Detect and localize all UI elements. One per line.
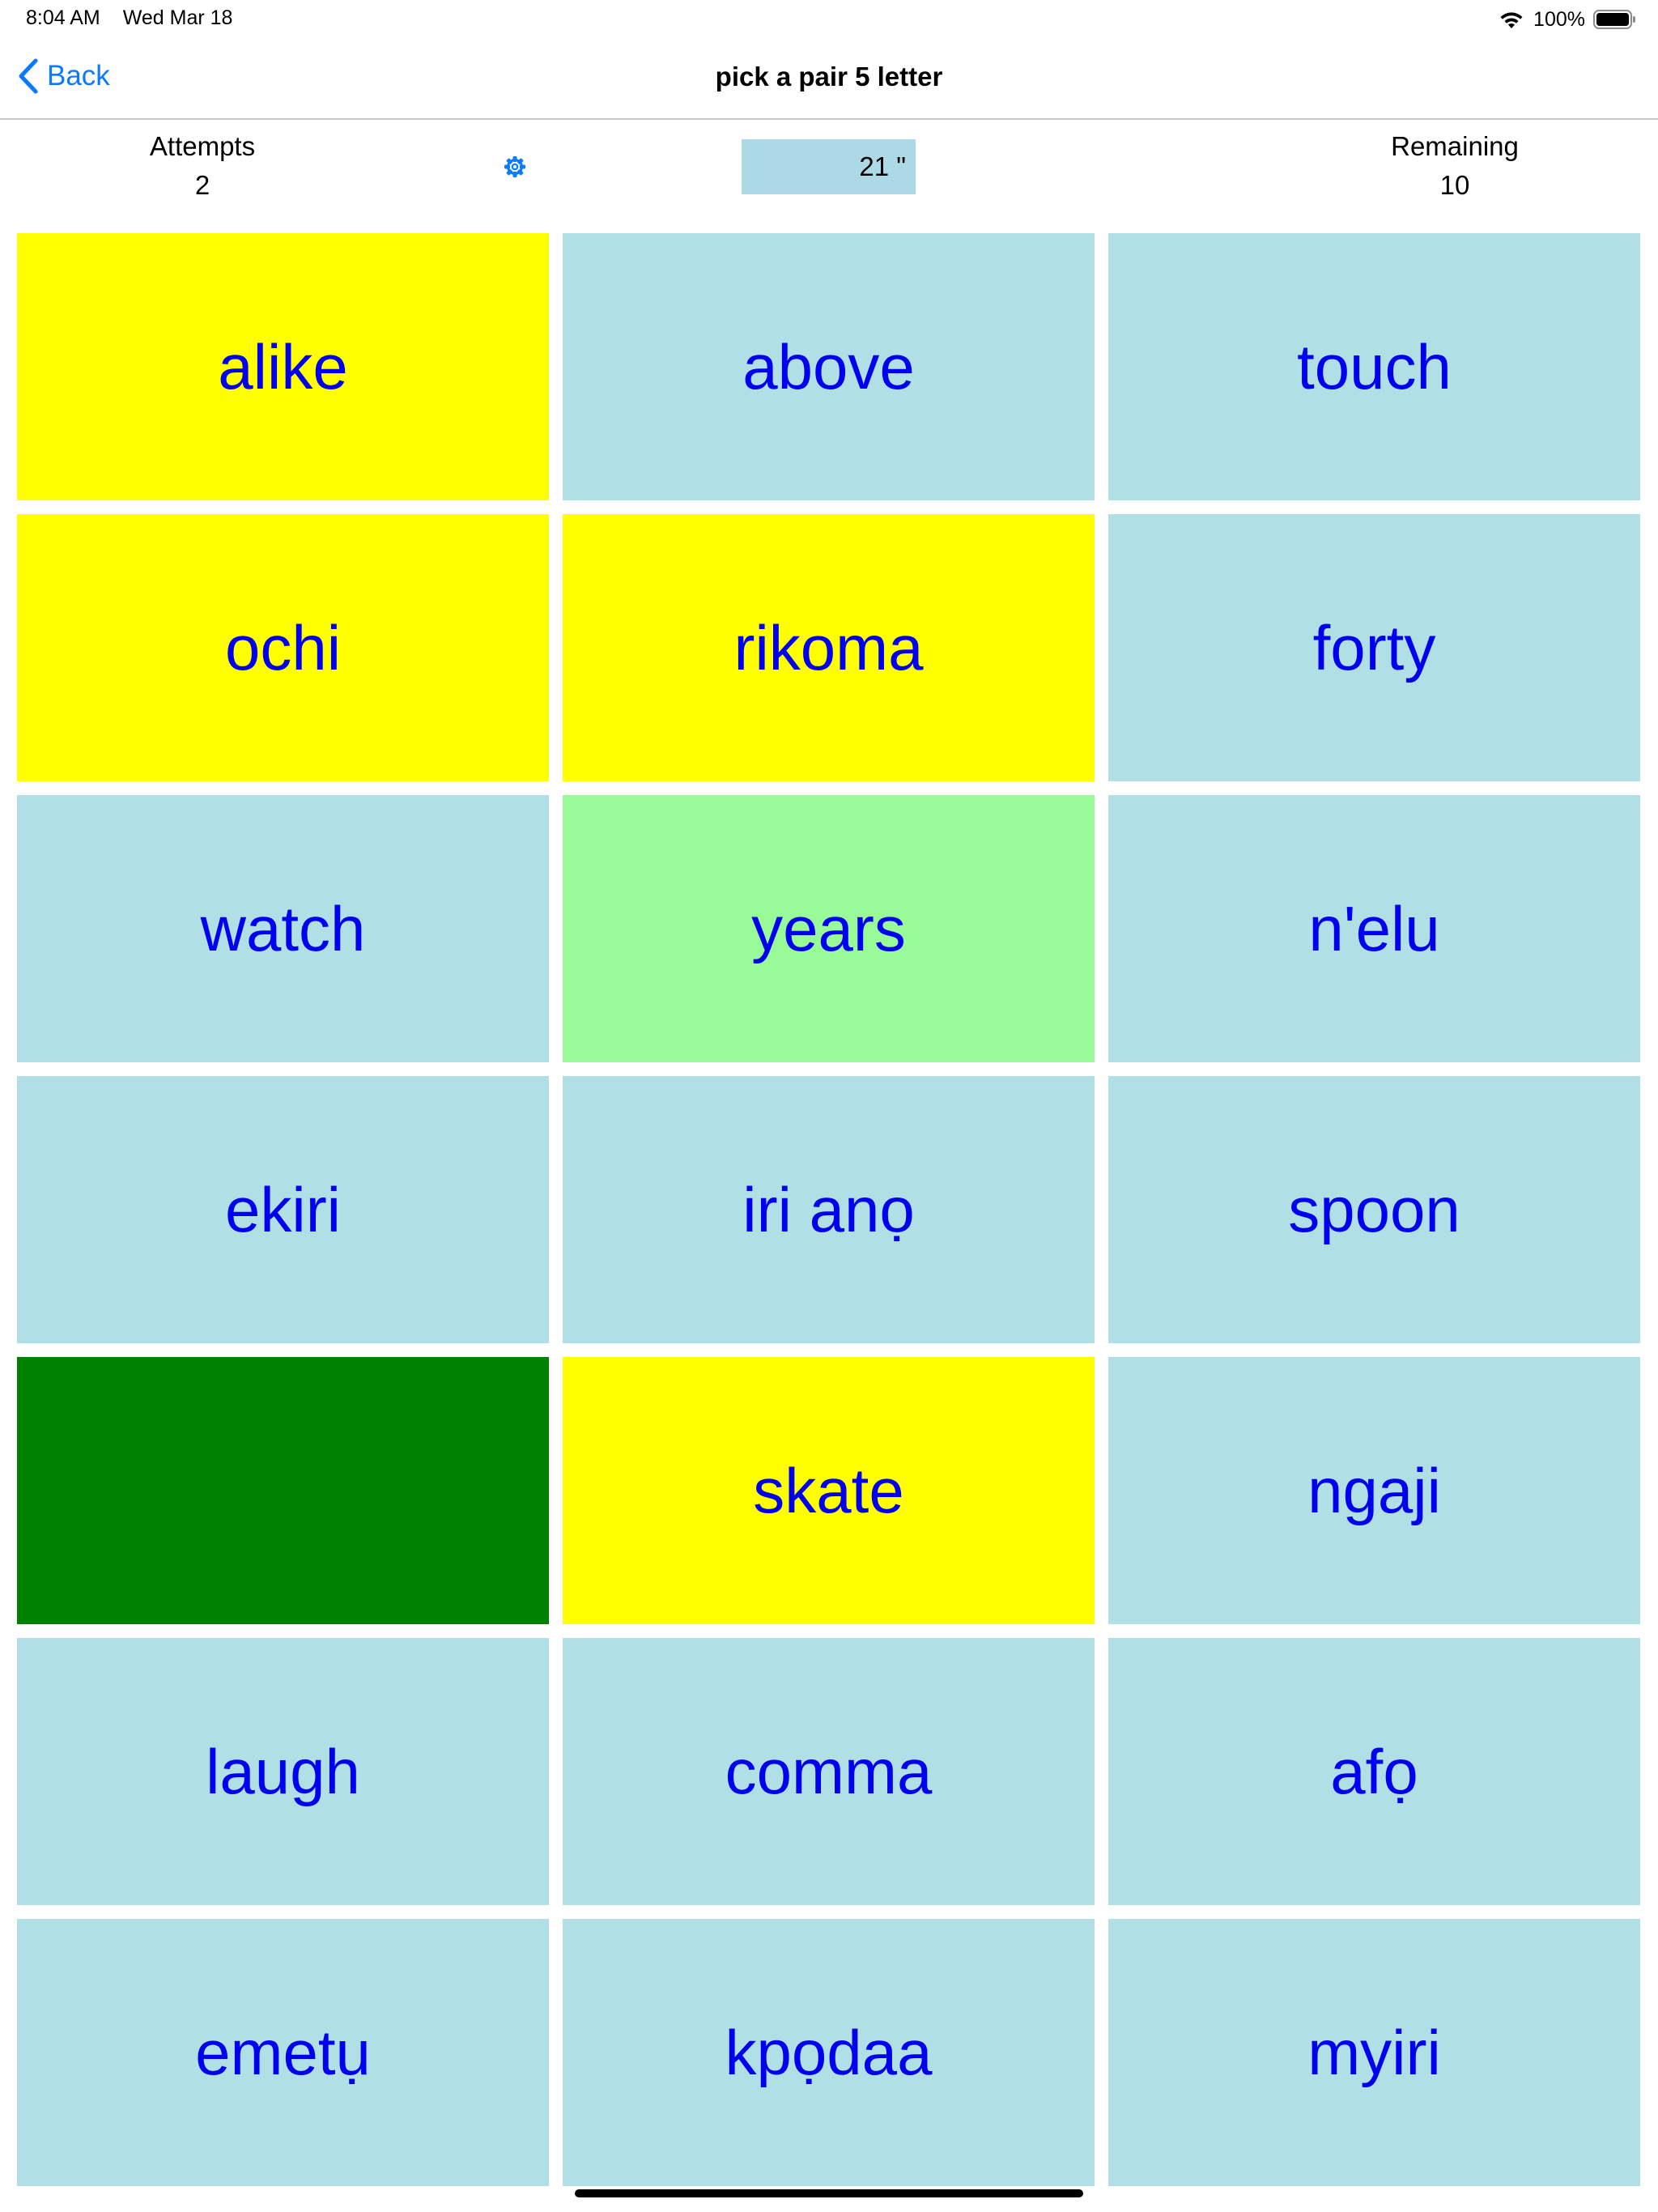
word-tile[interactable]: skate	[563, 1357, 1095, 1624]
word-tile[interactable]: alike	[17, 233, 549, 500]
word-tile[interactable]: afọ	[1108, 1638, 1640, 1905]
navigation-bar: Back pick a pair 5 letter	[0, 39, 1658, 120]
word-tile[interactable]: touch	[1108, 233, 1640, 500]
remaining-label: Remaining	[1391, 131, 1519, 161]
word-tile[interactable]: ngaji	[1108, 1357, 1640, 1624]
word-tile[interactable]: ochi	[17, 514, 549, 781]
word-tile[interactable]: emetụ	[17, 1919, 549, 2186]
attempts-value: 2	[194, 170, 210, 200]
status-time: 8:04 AM	[26, 6, 100, 29]
stats-bar: Attempts 2 21 " Remaining 10	[0, 121, 1658, 227]
word-tile[interactable]: n'elu	[1108, 795, 1640, 1062]
status-time-date: 8:04 AM Wed Mar 18	[26, 6, 232, 30]
status-indicators: 100%	[1498, 6, 1637, 32]
wifi-icon	[1500, 12, 1523, 28]
attempts-label: Attempts	[149, 131, 256, 161]
word-grid: alike above touch ochi rikoma forty watc…	[17, 233, 1641, 2186]
battery-icon	[1593, 10, 1635, 29]
remaining-value: 10	[1439, 170, 1470, 200]
home-indicator[interactable]	[575, 2189, 1083, 2197]
word-tile[interactable]: kpọdaa	[563, 1919, 1095, 2186]
page-title: pick a pair 5 letter	[715, 62, 943, 91]
status-bar: 8:04 AM Wed Mar 18 100%	[0, 0, 1658, 39]
status-date: Wed Mar 18	[122, 6, 233, 29]
battery-percent: 100%	[1533, 7, 1585, 31]
word-tile[interactable]: comma	[563, 1638, 1095, 1905]
word-tile[interactable]: forty	[1108, 514, 1640, 781]
remaining-counter: Remaining 10	[1333, 130, 1576, 206]
gear-icon[interactable]	[502, 154, 528, 180]
word-tile[interactable]: laugh	[17, 1638, 549, 1905]
word-tile[interactable]: spoon	[1108, 1076, 1640, 1343]
word-tile[interactable]: watch	[17, 795, 549, 1062]
timer-display: 21 "	[742, 139, 916, 194]
attempts-counter: Attempts 2	[81, 130, 324, 206]
word-tile[interactable]: above	[563, 233, 1095, 500]
word-tile[interactable]: years	[563, 795, 1095, 1062]
word-tile[interactable]: myiri	[1108, 1919, 1640, 2186]
word-tile[interactable]: rikoma	[563, 514, 1095, 781]
word-tile[interactable]: ekiri	[17, 1076, 549, 1343]
word-tile[interactable]: iri anọ	[563, 1076, 1095, 1343]
word-tile[interactable]	[17, 1357, 549, 1624]
